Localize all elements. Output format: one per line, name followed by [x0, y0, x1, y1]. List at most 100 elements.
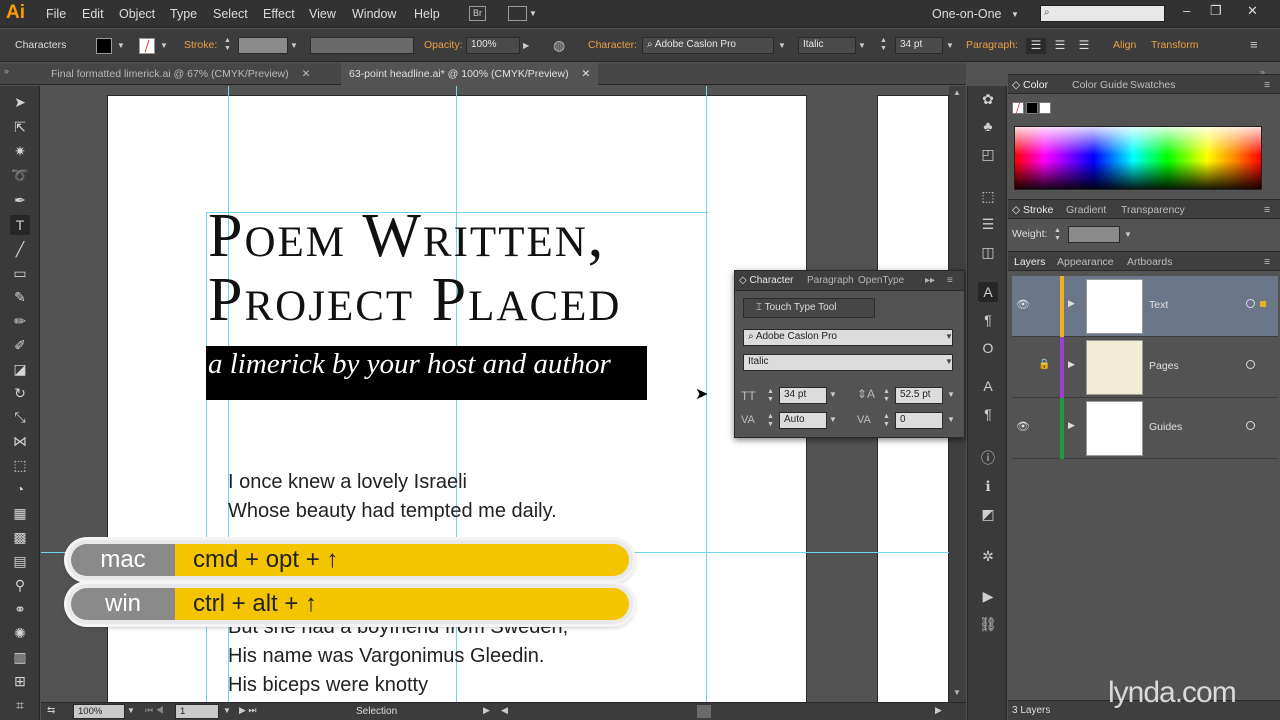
menu-type[interactable]: Type	[170, 7, 197, 21]
menu-edit[interactable]: Edit	[82, 7, 104, 21]
weight-field[interactable]	[1068, 226, 1120, 243]
leading-field[interactable]: 52.5 pt	[895, 387, 943, 404]
eye-icon[interactable]: 👁	[1016, 420, 1030, 433]
slice-tool-icon[interactable]: ⌗	[10, 695, 30, 715]
menu-select[interactable]: Select	[213, 7, 248, 21]
target-icon[interactable]	[1246, 299, 1255, 308]
brushes-icon[interactable]: ♣	[978, 116, 998, 136]
panel-menu-icon[interactable]: ≡	[1250, 37, 1258, 52]
chevron-down-icon[interactable]: ▼	[117, 41, 125, 50]
kerning-field[interactable]: Auto	[779, 412, 827, 429]
symbols-icon[interactable]: ✿	[978, 89, 998, 109]
rectangle-tool-icon[interactable]: ▭	[10, 263, 30, 283]
artboard-field[interactable]: 1	[175, 704, 219, 719]
actions-icon[interactable]: ▶	[978, 586, 998, 606]
layer-name[interactable]: Guides	[1149, 421, 1182, 433]
target-icon[interactable]	[1246, 360, 1255, 369]
chevron-down-icon[interactable]: ▼	[290, 41, 298, 50]
tab-layers[interactable]: Layers	[1014, 256, 1046, 268]
expand-triangle-icon[interactable]: ▶	[1068, 298, 1075, 309]
menu-help[interactable]: Help	[414, 7, 440, 21]
align-link[interactable]: Align	[1113, 39, 1136, 51]
lasso-tool-icon[interactable]: ➰	[10, 165, 30, 185]
layer-row[interactable]: 🔒 ▶ Pages	[1012, 337, 1278, 398]
stroke-label[interactable]: Stroke:	[184, 39, 217, 51]
zoom-field[interactable]: 100%	[73, 704, 125, 719]
minimize-icon[interactable]: –	[1183, 3, 1190, 18]
font-size-field[interactable]: 34 pt	[895, 37, 943, 54]
gradient-tool-icon[interactable]: ▤	[10, 551, 30, 571]
chevron-down-icon[interactable]: ▼	[127, 706, 135, 715]
tracking-field[interactable]: 0	[895, 412, 943, 429]
chevron-down-icon[interactable]: ▼	[945, 357, 953, 366]
scroll-down-icon[interactable]: ▼	[953, 688, 961, 697]
eraser-tool-icon[interactable]: ◪	[10, 359, 30, 379]
chevron-down-icon[interactable]: ▼	[1124, 230, 1132, 239]
search-input[interactable]: ⌕	[1040, 5, 1165, 22]
next-artboard-icon[interactable]: ▶ ⏭	[239, 705, 257, 716]
lock-icon[interactable]: 🔒	[1038, 359, 1050, 370]
font-size-stepper[interactable]: ▲ ▼	[767, 388, 774, 404]
chevron-down-icon[interactable]: ▼	[947, 415, 955, 424]
status-menu-icon[interactable]: ▶	[483, 705, 490, 716]
transform-link[interactable]: Transform	[1151, 39, 1198, 51]
artboard-nav-icon[interactable]: ⇆	[47, 705, 55, 716]
tab-appearance[interactable]: Appearance	[1057, 256, 1114, 268]
chevron-down-icon[interactable]: ▼	[223, 706, 231, 715]
chevron-down-icon[interactable]: ▼	[947, 390, 955, 399]
font-family-field[interactable]: ⌕ Adobe Caslon Pro	[642, 37, 774, 54]
stroke-weight-field[interactable]	[238, 37, 288, 54]
subtitle-text[interactable]: a limerick by your host and author	[208, 348, 611, 381]
tab-color[interactable]: ◇ Color	[1012, 79, 1048, 91]
navigator-icon[interactable]: ✲	[978, 546, 998, 566]
kerning-stepper[interactable]: ▲ ▼	[767, 413, 774, 429]
character-icon[interactable]: A	[978, 282, 998, 302]
black-swatch[interactable]	[1026, 102, 1038, 114]
scroll-left-icon[interactable]: ◀	[501, 705, 508, 716]
align-icon[interactable]: ☰	[978, 214, 998, 234]
layer-name[interactable]: Pages	[1149, 360, 1179, 372]
white-swatch[interactable]	[1039, 102, 1051, 114]
direct-selection-tool-icon[interactable]: ⇱	[10, 117, 30, 137]
layer-row[interactable]: 👁 ▶ Text	[1012, 276, 1278, 337]
target-icon[interactable]	[1246, 421, 1255, 430]
symbol-sprayer-tool-icon[interactable]: ✺	[10, 623, 30, 643]
weight-stepper[interactable]: ▲ ▼	[1054, 227, 1061, 243]
tab-artboards[interactable]: Artboards	[1127, 256, 1173, 268]
chevron-down-icon[interactable]: ▼	[160, 41, 168, 50]
character-styles-icon[interactable]: A	[978, 376, 998, 396]
magic-wand-tool-icon[interactable]: ✷	[10, 141, 30, 161]
chevron-down-icon[interactable]: ▼	[829, 415, 837, 424]
opentype-icon[interactable]: O	[978, 338, 998, 358]
close-icon[interactable]: ✕	[1247, 3, 1258, 19]
touch-type-tool-button[interactable]: ⌶ Touch Type Tool	[743, 298, 875, 318]
pen-tool-icon[interactable]: ✒	[10, 190, 30, 210]
font-style-dropdown[interactable]: Italic	[743, 354, 953, 371]
info-icon[interactable]: ⓘ	[978, 448, 998, 468]
panel-menu-icon[interactable]: ≡	[947, 275, 953, 286]
stroke-stepper[interactable]: ▲ ▼	[224, 37, 236, 54]
menu-object[interactable]: Object	[119, 7, 155, 21]
restore-icon[interactable]: ❐	[1210, 3, 1222, 19]
width-tool-icon[interactable]: ⋈	[10, 431, 30, 451]
stroke-swatch-none-icon[interactable]: ⧸	[139, 38, 155, 54]
scroll-right-icon[interactable]: ▶	[935, 705, 942, 716]
font-size-field[interactable]: 34 pt	[779, 387, 827, 404]
menu-window[interactable]: Window	[352, 7, 396, 21]
font-family-dropdown[interactable]: ⌕ Adobe Caslon Pro	[743, 329, 953, 346]
none-swatch-icon[interactable]: ⧸	[1012, 102, 1024, 114]
eyedropper-tool-icon[interactable]: ⚲	[10, 575, 30, 595]
expand-triangle-icon[interactable]: ▶	[1068, 359, 1075, 370]
align-left-icon[interactable]: ☰	[1026, 38, 1046, 54]
perspective-grid-tool-icon[interactable]: ▦	[10, 503, 30, 523]
fill-swatch[interactable]	[96, 38, 112, 54]
align-right-icon[interactable]: ☰	[1074, 38, 1094, 54]
paragraph-styles-icon[interactable]: ¶	[978, 404, 998, 424]
selection-indicator[interactable]	[1260, 301, 1266, 307]
close-icon[interactable]: ✕	[302, 68, 311, 80]
graphic-styles-icon[interactable]: ◰	[978, 144, 998, 164]
chevron-down-icon[interactable]: ▼	[778, 41, 786, 50]
expand-triangle-icon[interactable]: ▶	[1068, 420, 1075, 431]
layer-name[interactable]: Text	[1149, 299, 1168, 311]
chevron-down-icon[interactable]: ▼	[858, 41, 866, 50]
